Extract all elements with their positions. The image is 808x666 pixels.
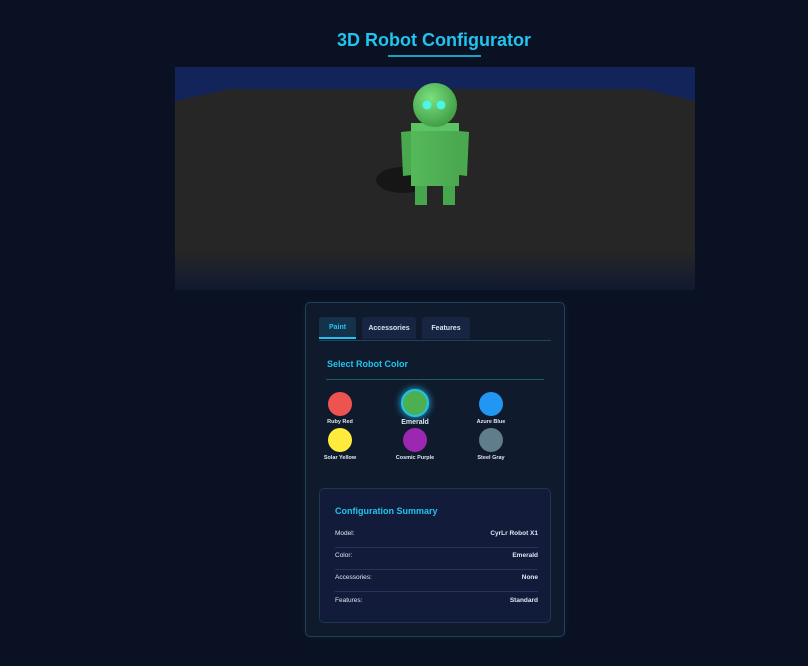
config-panel: Paint Accessories Features Select Robot … — [305, 302, 565, 637]
robot-left-leg — [415, 184, 427, 205]
section-divider — [326, 379, 544, 380]
ruby-red-swatch — [328, 392, 352, 416]
color-option-steel-gray[interactable]: Steel Gray — [461, 428, 521, 461]
emerald-swatch — [401, 389, 429, 417]
summary-row-color: Color: Emerald — [335, 548, 538, 570]
robot-3d-viewport[interactable] — [175, 67, 695, 290]
summary-title: Configuration Summary — [335, 506, 438, 516]
summary-row-features: Features: Standard — [335, 593, 538, 615]
summary-key: Model: — [335, 530, 355, 537]
color-label: Emerald — [401, 419, 429, 426]
color-label: Steel Gray — [477, 455, 505, 461]
color-label: Cosmic Purple — [395, 455, 435, 461]
tab-bar: Paint Accessories Features — [319, 317, 551, 341]
summary-key: Features: — [335, 597, 363, 604]
tab-paint[interactable]: Paint — [319, 317, 356, 339]
tab-accessories[interactable]: Accessories — [362, 317, 416, 339]
robot-left-eye — [422, 100, 432, 110]
summary-key: Color: — [335, 552, 353, 559]
page: 3D Robot Configurator Paint Accessories … — [0, 0, 808, 666]
summary-value: CyrLr Robot X1 — [490, 530, 538, 537]
azure-blue-swatch — [479, 392, 503, 416]
cosmic-purple-swatch — [403, 428, 427, 452]
title-underline — [388, 55, 481, 57]
robot-scene — [175, 67, 695, 290]
tab-features[interactable]: Features — [422, 317, 470, 339]
robot-body — [411, 123, 459, 186]
color-label: Ruby Red — [327, 419, 353, 425]
steel-gray-swatch — [479, 428, 503, 452]
color-option-azure-blue[interactable]: Azure Blue — [461, 392, 521, 425]
robot-right-leg — [443, 184, 455, 205]
color-option-emerald[interactable]: Emerald — [385, 389, 445, 426]
paint-heading: Select Robot Color — [327, 359, 409, 369]
color-option-solar-yellow[interactable]: Solar Yellow — [310, 428, 370, 461]
solar-yellow-swatch — [328, 428, 352, 452]
page-title: 3D Robot Configurator — [337, 30, 531, 50]
summary-value: Emerald — [512, 552, 538, 559]
color-option-ruby-red[interactable]: Ruby Red — [310, 392, 370, 425]
summary-value: Standard — [509, 597, 538, 604]
summary-row-model: Model: CyrLr Robot X1 — [335, 526, 538, 548]
robot-head — [413, 83, 457, 127]
summary-value: None — [521, 574, 538, 581]
summary-row-accessories: Accessories: None — [335, 570, 538, 592]
color-label: Solar Yellow — [323, 455, 357, 461]
color-label: Azure Blue — [476, 419, 506, 425]
robot-right-eye — [436, 100, 446, 110]
summary-key: Accessories: — [335, 574, 372, 581]
color-option-cosmic-purple[interactable]: Cosmic Purple — [385, 428, 445, 461]
configuration-summary: Configuration Summary Model: CyrLr Robot… — [319, 488, 551, 623]
